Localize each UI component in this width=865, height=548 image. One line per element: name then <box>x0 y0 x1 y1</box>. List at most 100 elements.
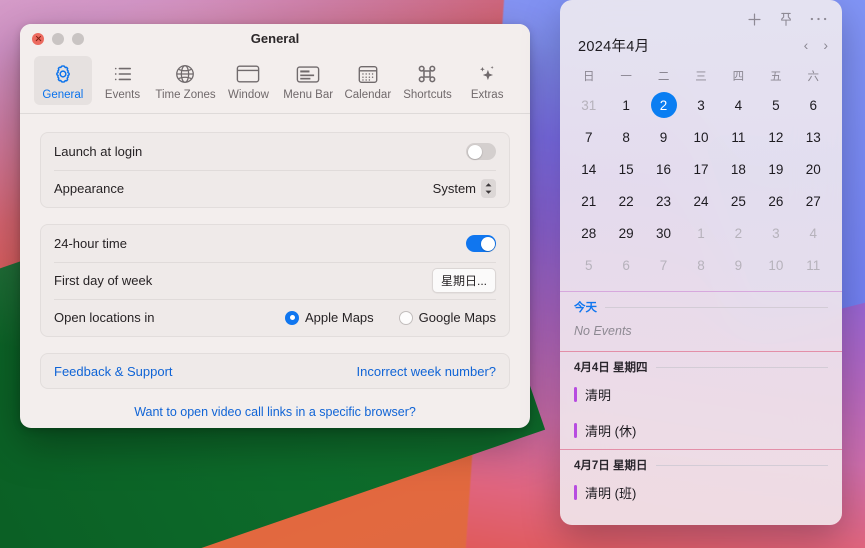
calendar-day[interactable]: 7 <box>570 121 607 153</box>
calendar-weekday-4: 四 <box>732 71 745 83</box>
calendar-day[interactable]: 18 <box>720 153 757 185</box>
event-item[interactable]: 清明 <box>560 377 842 413</box>
video-call-browser-link[interactable]: Want to open video call links in a speci… <box>40 405 510 419</box>
calendar-day[interactable]: 20 <box>795 153 832 185</box>
event-item[interactable]: 清明 (班) <box>560 475 842 511</box>
tab-window[interactable]: Window <box>220 56 278 105</box>
calendar-day[interactable]: 28 <box>570 217 607 249</box>
feedback-support-link[interactable]: Feedback & Support <box>54 364 173 379</box>
calendar-day[interactable]: 3 <box>682 89 719 121</box>
event-section-title: 4月4日 星期四 <box>574 362 648 374</box>
calendar-day[interactable]: 10 <box>682 121 719 153</box>
settings-content: Launch at login Appearance System 24-hou… <box>20 114 530 419</box>
calendar-day[interactable]: 11 <box>720 121 757 153</box>
calendar-day[interactable]: 5 <box>570 249 607 281</box>
calendar-day[interactable]: 6 <box>795 89 832 121</box>
tab-shortcuts[interactable]: Shortcuts <box>399 56 457 105</box>
chevron-up-down-icon <box>481 179 496 198</box>
calendar-day[interactable]: 25 <box>720 185 757 217</box>
more-icon[interactable] <box>810 16 827 22</box>
appearance-popup-button[interactable]: System <box>433 179 496 198</box>
calendar-day[interactable]: 4 <box>720 89 757 121</box>
calendar-day[interactable]: 21 <box>570 185 607 217</box>
tab-general[interactable]: General <box>34 56 92 105</box>
calendar-day[interactable]: 4 <box>795 217 832 249</box>
calendar-weekday-2: 二 <box>657 71 670 83</box>
calendar-day-label: 14 <box>581 161 597 177</box>
calendar-day[interactable]: 11 <box>795 249 832 281</box>
calendar-weekday-5: 五 <box>770 71 782 83</box>
radio-apple-maps[interactable]: Apple Maps <box>285 310 374 325</box>
row-appearance: Appearance System <box>41 170 509 207</box>
calendar-weekday-1: 一 <box>620 71 632 83</box>
calendar-day-label: 26 <box>768 193 784 209</box>
calendar-day-label: 11 <box>731 129 746 145</box>
window-title: General <box>250 31 300 46</box>
calendar-day[interactable]: 30 <box>645 217 682 249</box>
event-item[interactable]: 清明 (休) <box>560 413 842 449</box>
24-hour-time-toggle[interactable] <box>466 235 496 252</box>
calendar-day[interactable]: 5 <box>757 89 794 121</box>
calendar-day[interactable]: 17 <box>682 153 719 185</box>
calendar-day[interactable]: 8 <box>607 121 644 153</box>
calendar-day-label: 3 <box>697 97 705 113</box>
calendar-day[interactable]: 22 <box>607 185 644 217</box>
calendar-icon <box>341 61 395 87</box>
calendar-day[interactable]: 8 <box>682 249 719 281</box>
calendar-day[interactable]: 23 <box>645 185 682 217</box>
appearance-value: System <box>432 181 476 196</box>
launch-at-login-toggle[interactable] <box>466 143 496 160</box>
calendar-day-label: 6 <box>622 257 630 273</box>
tab-events[interactable]: Events <box>94 56 152 105</box>
calendar-day[interactable]: 3 <box>757 217 794 249</box>
calendar-day-label: 10 <box>693 129 709 145</box>
calendar-day[interactable]: 27 <box>795 185 832 217</box>
calendar-day-selected[interactable]: 2 <box>645 89 682 121</box>
prev-month-button[interactable]: ‹ <box>804 38 809 52</box>
calendar-day[interactable]: 9 <box>720 249 757 281</box>
calendar-day-label: 20 <box>805 161 821 177</box>
calendar-day[interactable]: 2 <box>720 217 757 249</box>
next-month-button[interactable]: › <box>823 38 828 52</box>
pin-icon[interactable] <box>779 12 793 27</box>
calendar-day[interactable]: 1 <box>607 89 644 121</box>
calendar-day[interactable]: 6 <box>607 249 644 281</box>
radio-google-maps[interactable]: Google Maps <box>398 310 496 325</box>
calendar-day-label: 9 <box>659 129 668 145</box>
event-color-bar <box>574 387 577 402</box>
calendar-day[interactable]: 12 <box>757 121 794 153</box>
calendar-day-label: 28 <box>581 225 597 241</box>
add-icon[interactable] <box>747 12 762 27</box>
window-titlebar: General <box>20 24 530 54</box>
calendar-day[interactable]: 13 <box>795 121 832 153</box>
first-day-of-week-button[interactable]: 星期日... <box>431 268 496 293</box>
tab-menu-bar[interactable]: Menu Bar <box>279 56 337 105</box>
incorrect-week-number-link[interactable]: Incorrect week number? <box>357 364 496 379</box>
calendar-day-label: 13 <box>805 129 821 145</box>
row-open-locations-in: Open locations in Apple Maps Google Maps <box>41 299 509 336</box>
calendar-day[interactable]: 26 <box>757 185 794 217</box>
calendar-weekday-header: 日一二三四五六 <box>570 64 832 89</box>
calendar-day[interactable]: 1 <box>682 217 719 249</box>
settings-toolbar: General Events Time Zones Window Menu Ba… <box>20 54 530 114</box>
calendar-day[interactable]: 14 <box>570 153 607 185</box>
calendar-day[interactable]: 9 <box>645 121 682 153</box>
calendar-day[interactable]: 19 <box>757 153 794 185</box>
tab-time-zones[interactable]: Time Zones <box>153 56 217 105</box>
calendar-panel-actions <box>560 0 842 28</box>
calendar-month-title: 2024年4月 <box>578 38 650 55</box>
radio-apple-maps-indicator <box>285 310 300 325</box>
calendar-day[interactable]: 15 <box>607 153 644 185</box>
tab-calendar[interactable]: Calendar <box>339 56 397 105</box>
calendar-day[interactable]: 29 <box>607 217 644 249</box>
event-color-bar <box>574 485 577 500</box>
calendar-day-label: 19 <box>768 161 784 177</box>
tab-extras[interactable]: Extras <box>458 56 516 105</box>
calendar-day[interactable]: 24 <box>682 185 719 217</box>
calendar-day[interactable]: 31 <box>570 89 607 121</box>
calendar-day-label: 9 <box>734 257 743 273</box>
calendar-day[interactable]: 7 <box>645 249 682 281</box>
event-section-title: 今天 <box>574 302 597 314</box>
calendar-day[interactable]: 16 <box>645 153 682 185</box>
calendar-day[interactable]: 10 <box>757 249 794 281</box>
